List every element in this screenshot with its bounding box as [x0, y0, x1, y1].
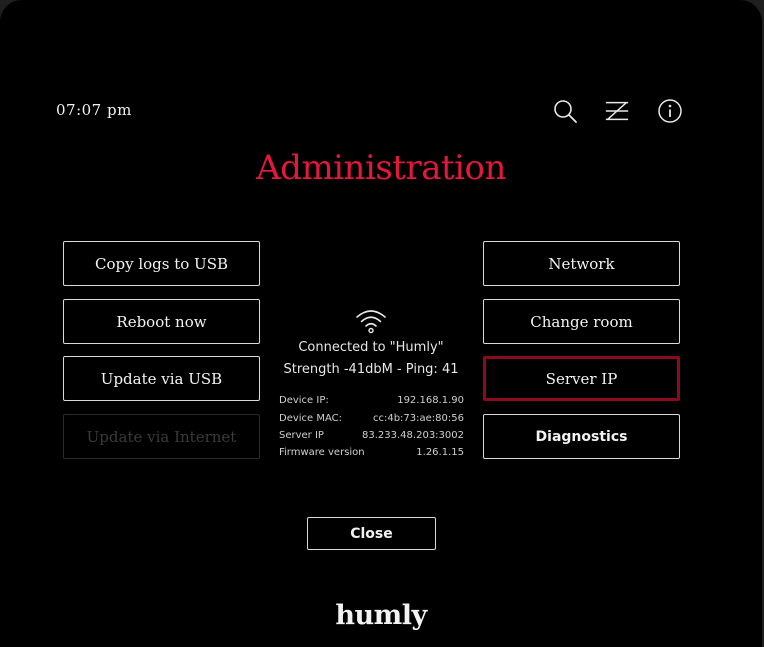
page-title: Administration [256, 148, 506, 188]
info-value: cc:4b:73:ae:80:56 [372, 413, 464, 424]
info-label: Device MAC: [279, 413, 343, 424]
info-label: Device IP: [279, 395, 329, 406]
info-value: 1.26.1.15 [416, 447, 464, 458]
info-value: 192.168.1.90 [397, 395, 464, 406]
admin-screen: 07:07 pm Administration Copy logs to USB… [0, 0, 762, 647]
update-internet-button: Update via Internet [63, 414, 260, 459]
info-value: 83.233.48.203:3002 [362, 430, 464, 441]
info-row-device-ip: Device IP: 192.168.1.90 [279, 395, 464, 406]
clock: 07:07 pm [56, 101, 132, 119]
connection-status: Connected to "Humly" [298, 340, 444, 355]
info-label: Server IP [279, 430, 324, 441]
no-network-icon[interactable] [604, 98, 630, 124]
search-icon[interactable] [552, 98, 578, 124]
connection-strength: Strength -41dbM - Ping: 41 [283, 362, 459, 377]
network-button[interactable]: Network [483, 241, 680, 286]
info-row-firmware: Firmware version 1.26.1.15 [279, 447, 464, 458]
update-usb-button[interactable]: Update via USB [63, 356, 260, 401]
server-ip-button[interactable]: Server IP [483, 356, 680, 401]
info-row-device-mac: Device MAC: cc:4b:73:ae:80:56 [279, 413, 464, 424]
copy-logs-button[interactable]: Copy logs to USB [63, 241, 260, 286]
diagnostics-button[interactable]: Diagnostics [483, 414, 680, 459]
wifi-icon [355, 308, 387, 339]
change-room-button[interactable]: Change room [483, 299, 680, 344]
reboot-button[interactable]: Reboot now [63, 299, 260, 344]
info-row-server-ip: Server IP 83.233.48.203:3002 [279, 430, 464, 441]
info-label: Firmware version [279, 447, 365, 458]
close-button[interactable]: Close [307, 517, 436, 550]
humly-logo: humly [335, 600, 427, 631]
info-icon[interactable] [657, 98, 683, 124]
